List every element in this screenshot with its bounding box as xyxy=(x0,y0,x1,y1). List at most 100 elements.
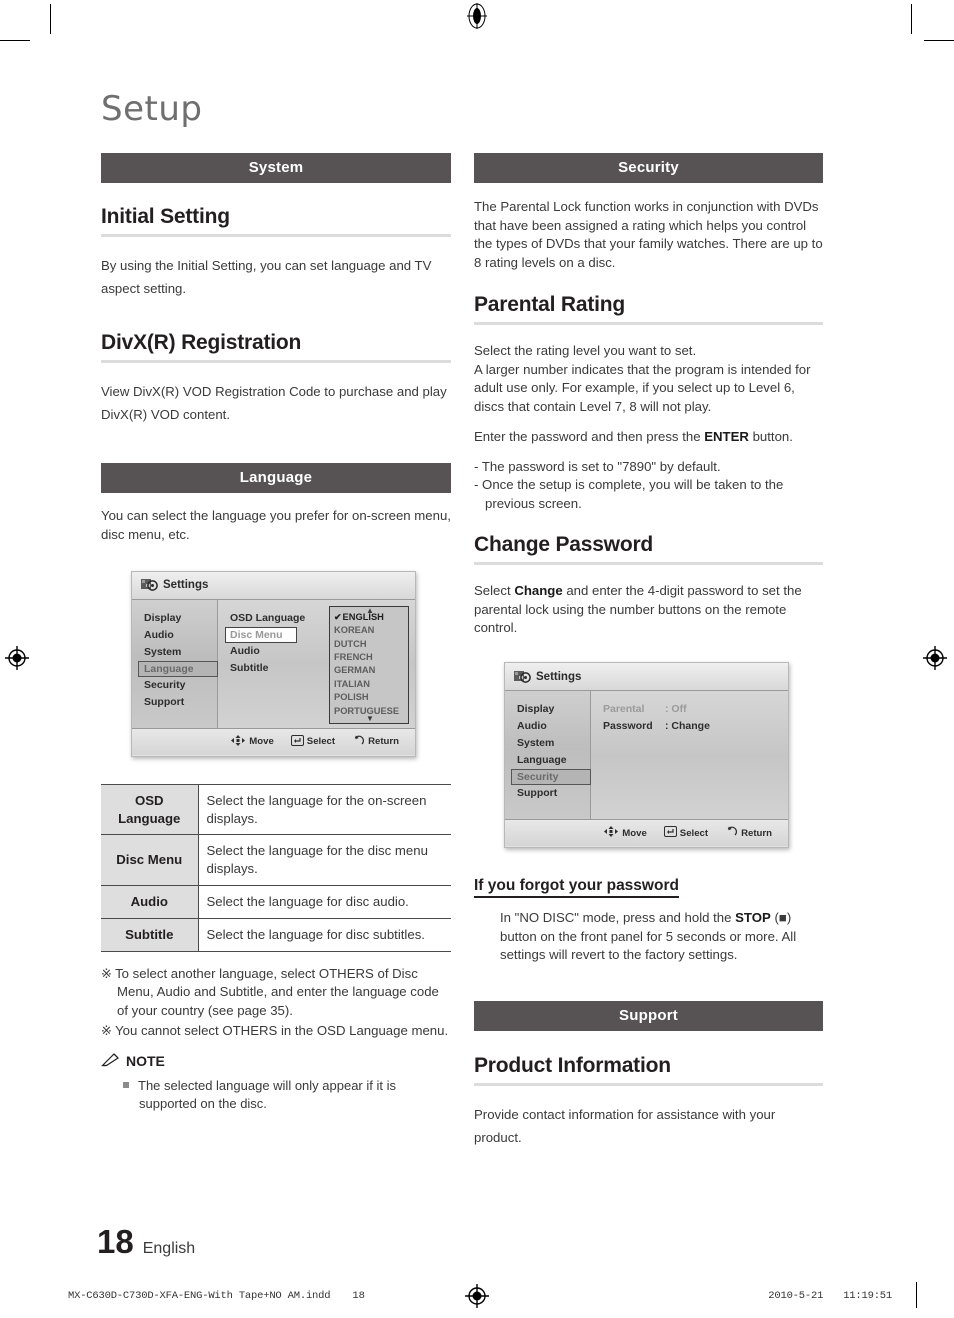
text-parental-rating-3: Enter the password and then press the EN… xyxy=(474,428,793,444)
text-divx-registration: View DivX(R) VOD Registration Code to pu… xyxy=(101,384,447,423)
security-settings-screenshot: Settings Display Audio System Language S… xyxy=(504,662,789,849)
table-key-disc-menu: Disc Menu xyxy=(101,834,199,887)
crop-mark-top-left xyxy=(50,4,51,34)
osd-titlebar: Settings xyxy=(505,663,788,692)
page-title: Setup xyxy=(101,89,203,129)
scroll-down-arrow-icon[interactable]: ▼ xyxy=(366,714,374,722)
text-forgot-password: In "NO DISC" mode, press and hold the ST… xyxy=(500,910,797,963)
osd-sidebar-item-audio[interactable]: Audio xyxy=(517,718,590,735)
osd-footer-hints: Move Select Return xyxy=(505,819,788,847)
osd-sidebar-item-language[interactable]: Language xyxy=(517,752,590,769)
crop-mark-right xyxy=(924,40,954,41)
page-language: English xyxy=(142,1240,196,1257)
osd-setting-row-password[interactable]: Password : Change xyxy=(603,718,788,735)
osd-hint-return: Return xyxy=(725,826,772,840)
manual-page: Setup System Initial Setting By using th… xyxy=(0,0,954,1318)
osd-popup-option-korean[interactable]: KOREAN xyxy=(334,624,408,637)
osd-hint-return-label: Return xyxy=(368,736,399,748)
parental-bullet-2: - Once the setup is complete, you will b… xyxy=(474,477,784,512)
text-parental-rating-1: Select the rating level you want to set. xyxy=(474,342,697,358)
osd-popup-option-italian[interactable]: ITALIAN xyxy=(334,678,408,691)
osd-setting-value-password: : Change xyxy=(665,720,710,733)
heading-change-password: Change Password xyxy=(474,533,823,565)
page-number: 18 xyxy=(97,1223,134,1260)
note-list: The selected language will only appear i… xyxy=(123,1077,451,1114)
heading-forgot-password: If you forgot your password xyxy=(474,877,679,899)
star-note-list: ※ To select another language, select OTHE… xyxy=(101,965,451,1041)
osd-sidebar-item-security[interactable]: Security xyxy=(144,677,217,694)
crop-mark-top-right xyxy=(911,4,912,34)
osd-sidebar-item-support[interactable]: Support xyxy=(517,785,590,802)
two-column-layout: System Initial Setting By using the Init… xyxy=(101,153,823,1149)
osd-sidebar-item-security[interactable]: Security xyxy=(511,769,591,786)
print-slug-page: 18 xyxy=(352,1290,365,1302)
registration-mark-top xyxy=(464,3,490,29)
osd-sidebar-item-display[interactable]: Display xyxy=(517,701,590,718)
osd-sidebar-item-language[interactable]: Language xyxy=(138,660,218,677)
table-desc-audio: Select the language for disc audio. xyxy=(198,885,451,919)
print-slug-filename: MX-C630D-C730D-XFA-ENG-With Tape+NO AM.i… xyxy=(68,1290,331,1302)
text-language-intro: You can select the language you prefer f… xyxy=(101,508,451,543)
check-icon: ✔ xyxy=(334,611,342,622)
osd-popup-option-german[interactable]: GERMAN xyxy=(334,664,408,677)
table-key-line1: OSD xyxy=(134,792,164,808)
enter-icon xyxy=(663,826,677,840)
print-slug-right: 2010-5-21 11:19:51 xyxy=(768,1290,892,1302)
osd-popup-option-polish[interactable]: POLISH xyxy=(334,691,408,704)
osd-sidebar-item-audio[interactable]: Audio xyxy=(144,627,217,644)
osd-setting-row-parental[interactable]: Parental : Off xyxy=(603,701,788,718)
osd-popup-option-french[interactable]: FRENCH xyxy=(334,651,408,664)
text-parental-rating-2: A larger number indicates that the progr… xyxy=(474,361,811,415)
osd-language-screenshot: Settings Display Audio System Language S… xyxy=(131,570,416,757)
osd-sidebar-item-support[interactable]: Support xyxy=(144,694,217,711)
parental-bullet-1: - The password is set to "7890" by defau… xyxy=(474,458,721,474)
osd-sidebar-item-display[interactable]: Display xyxy=(144,610,217,627)
section-band-system: System xyxy=(101,153,451,183)
crop-mark-left xyxy=(0,40,30,41)
table-row: Disc Menu Select the language for the di… xyxy=(101,834,451,887)
page-content: Setup System Initial Setting By using th… xyxy=(101,92,823,1149)
text-security-intro: The Parental Lock function works in conj… xyxy=(474,199,823,271)
table-desc-subtitle: Select the language for disc subtitles. xyxy=(206,926,425,942)
osd-sidebar-item-system[interactable]: System xyxy=(517,735,590,752)
text-initial-setting: By using the Initial Setting, you can se… xyxy=(101,258,432,297)
osd-hint-select: Select xyxy=(663,826,708,840)
text-change-password: Select Change and enter the 4-digit pass… xyxy=(474,582,802,636)
note-label: NOTE xyxy=(126,1052,165,1069)
section-band-security: Security xyxy=(474,153,823,183)
print-slug-left: MX-C630D-C730D-XFA-ENG-With Tape+NO AM.i… xyxy=(68,1290,365,1302)
osd-menu-column: OSD Language Disc Menu Audio Subtitle ▲ … xyxy=(218,599,415,728)
table-key-osd-language: OSD Language xyxy=(101,784,199,836)
dpad-icon xyxy=(603,826,619,840)
table-desc-disc-menu: Select the language for the disc menu di… xyxy=(198,834,451,887)
osd-hint-move-label: Move xyxy=(622,827,647,839)
osd-setting-label-password: Password xyxy=(603,720,653,733)
osd-language-popup[interactable]: ▲ ✔ENGLISH KOREAN DUTCH FRENCH GERMAN IT… xyxy=(329,605,409,724)
table-desc-osd-language: Select the language for the on-screen di… xyxy=(198,784,451,836)
right-column: Security The Parental Lock function work… xyxy=(474,153,823,1149)
table-row: Subtitle Select the language for disc su… xyxy=(101,918,451,952)
return-icon xyxy=(352,735,365,749)
crop-mark-bottom-right-rule xyxy=(916,1282,917,1308)
registration-mark-left xyxy=(4,645,30,671)
stop-button-emphasis: STOP xyxy=(735,910,771,926)
heading-product-information: Product Information xyxy=(474,1054,823,1087)
table-key-line2: Language xyxy=(118,810,181,826)
scroll-up-arrow-icon[interactable]: ▲ xyxy=(366,606,374,614)
section-band-language: Language xyxy=(101,463,451,494)
star-note-1: ※ To select another language, select OTHE… xyxy=(101,965,439,1019)
osd-menu-item-disc-menu[interactable]: Disc Menu xyxy=(225,626,297,643)
osd-hint-return: Return xyxy=(352,735,399,749)
osd-popup-option-dutch[interactable]: DUTCH xyxy=(334,638,408,651)
osd-titlebar: Settings xyxy=(132,571,415,600)
osd-sidebar-item-system[interactable]: System xyxy=(144,644,217,661)
gear-icon xyxy=(141,578,159,592)
left-column: System Initial Setting By using the Init… xyxy=(101,153,451,1149)
registration-mark-right xyxy=(922,645,948,671)
osd-body: Display Audio System Language Security S… xyxy=(505,691,788,820)
enter-button-emphasis: ENTER xyxy=(704,428,749,444)
osd-hint-move-label: Move xyxy=(249,736,274,748)
osd-title-label: Settings xyxy=(536,670,582,683)
return-icon xyxy=(725,826,738,840)
reference-mark-icon: ※ xyxy=(101,965,113,981)
